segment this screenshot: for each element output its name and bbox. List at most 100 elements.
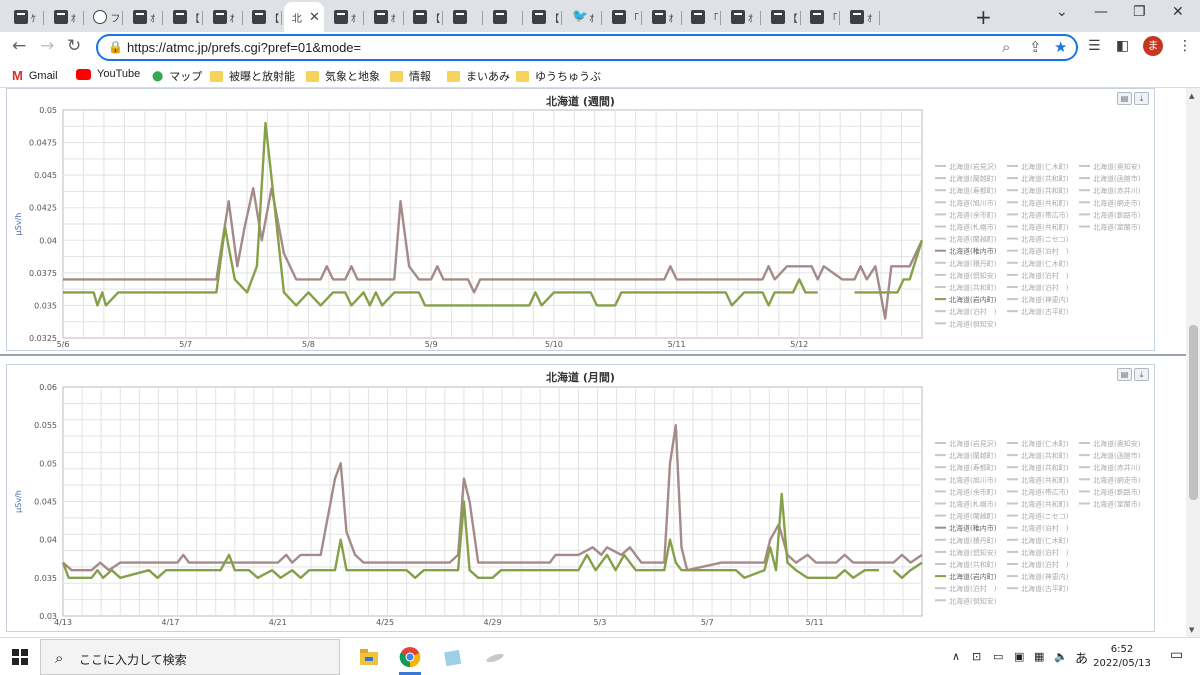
x-tick-label: 4/13 xyxy=(54,618,72,627)
reload-icon[interactable]: ↻ xyxy=(67,36,81,56)
browser-tab[interactable]: 「 xyxy=(802,4,841,30)
tab-close-icon[interactable]: ✕ xyxy=(309,10,320,25)
tab-separator xyxy=(799,11,801,25)
browser-tab[interactable] xyxy=(445,4,483,30)
browser-tab[interactable]: 【 xyxy=(244,4,283,30)
snipping-tool-icon[interactable] xyxy=(484,646,506,668)
menu-icon[interactable]: ⋮ xyxy=(1178,38,1192,54)
profile-avatar[interactable]: ま xyxy=(1143,36,1163,56)
bookmark-item[interactable]: YouTube xyxy=(76,68,140,80)
browser-tab[interactable]: ｵ xyxy=(46,4,84,30)
minimize-window-icon[interactable]: — xyxy=(1094,4,1108,20)
legend-item: 北海道(仁木町) xyxy=(1021,536,1069,545)
bookmark-item[interactable]: M Gmail xyxy=(12,68,58,83)
x-tick-label: 5/11 xyxy=(668,340,686,349)
tab-label: ｵ xyxy=(350,13,356,25)
battery-icon[interactable]: ▭ xyxy=(993,650,1003,663)
browser-tab[interactable]: ｵ xyxy=(205,4,243,30)
network-icon[interactable]: ▣ xyxy=(1014,650,1024,663)
side-panel-icon[interactable]: ◧ xyxy=(1116,38,1129,54)
legend-item: 北海道(神恵内) xyxy=(1021,572,1069,581)
page-scrollbar[interactable]: ▲ ▼ xyxy=(1186,88,1200,637)
notepad-icon[interactable] xyxy=(442,646,464,668)
bookmark-item[interactable]: 被曝と放射能 xyxy=(210,68,295,84)
gmail-icon: M xyxy=(12,68,23,83)
notification-center-icon[interactable]: ▦ xyxy=(1034,650,1044,663)
x-tick-label: 4/21 xyxy=(269,618,287,627)
x-tick-label: 5/9 xyxy=(425,340,438,349)
taskbar-clock[interactable]: 6:52 2022/05/13 xyxy=(1092,643,1152,671)
legend-item: 北海道(仁木町) xyxy=(1021,439,1069,448)
browser-tab[interactable]: ｵ xyxy=(644,4,682,30)
browser-tab[interactable]: ｵ xyxy=(125,4,164,30)
browser-tab[interactable]: 【 xyxy=(405,4,444,30)
bookmark-label: 気象と地象 xyxy=(325,71,380,83)
lock-icon[interactable]: 🔒 xyxy=(108,40,123,54)
legend-item: 北海道(泊村 ) xyxy=(1021,548,1069,557)
browser-tab[interactable]: ｵ xyxy=(723,4,761,30)
close-icon[interactable]: ✕ xyxy=(1172,4,1184,20)
volume-icon[interactable]: 🔈 xyxy=(1054,650,1068,663)
new-tab-button[interactable]: + xyxy=(975,5,992,29)
people-icon[interactable]: ⊡ xyxy=(972,650,981,663)
minimize-icon[interactable]: ⌄ xyxy=(1056,4,1068,20)
site-favicon-icon xyxy=(730,10,745,24)
browser-tab[interactable]: ｵ xyxy=(366,4,404,30)
browser-tab[interactable]: 「 xyxy=(683,4,722,30)
browser-tab[interactable] xyxy=(485,4,523,30)
chrome-icon[interactable] xyxy=(399,646,421,668)
reading-list-icon[interactable]: ☰ xyxy=(1088,38,1101,54)
folder-icon xyxy=(306,70,319,82)
x-tick-label: 5/12 xyxy=(790,340,808,349)
browser-tab[interactable]: 【 xyxy=(763,4,801,30)
action-center-icon[interactable]: ▭ xyxy=(1170,647,1183,663)
taskbar-search[interactable]: ⌕ ここに入力して検索 xyxy=(40,639,340,675)
legend-item: 北海道(函館市) xyxy=(1093,451,1141,460)
legend-item: 北海道(余市町) xyxy=(949,487,997,496)
forward-icon[interactable]: → xyxy=(40,36,54,56)
browser-tab[interactable]: ｵ xyxy=(326,4,364,30)
browser-tab[interactable]: 🐦 ｵ xyxy=(564,4,603,30)
browser-tab[interactable]: 【 xyxy=(165,4,203,30)
zoom-icon[interactable]: ⌕ xyxy=(1002,38,1010,56)
browser-tab[interactable]: ｵ xyxy=(842,4,880,30)
back-icon[interactable]: ← xyxy=(12,36,26,56)
address-bar[interactable]: 🔒 https://atmc.jp/prefs.cgi?pref=01&mode… xyxy=(96,34,1078,61)
bookmark-star-icon[interactable]: ★ xyxy=(1054,38,1067,56)
scroll-down-icon[interactable]: ▼ xyxy=(1189,626,1194,634)
bookmark-item[interactable]: 情報 xyxy=(390,68,431,84)
tab-separator xyxy=(720,11,722,25)
browser-tab[interactable]: 【 xyxy=(524,4,563,30)
browser-tab[interactable]: フ xyxy=(85,4,124,30)
tab-active[interactable]: 北 ✕ xyxy=(283,2,324,32)
legend-item: 北海道(泊村 ) xyxy=(949,584,997,593)
y-tick-label: 0.05 xyxy=(39,106,57,115)
browser-tab[interactable]: 「 xyxy=(604,4,642,30)
tab-label: 【 xyxy=(430,13,441,25)
scroll-up-icon[interactable]: ▲ xyxy=(1189,92,1194,100)
scroll-thumb[interactable] xyxy=(1189,325,1198,500)
folder-icon xyxy=(390,70,403,82)
weekly-chart: 0.0325 0.035 0.0375 0.04 0.0425 0.045 0.0475 0.… xyxy=(14,106,1141,349)
ime-indicator[interactable]: あ xyxy=(1075,648,1088,667)
bookmark-item[interactable]: ⬤ マップ xyxy=(152,68,202,84)
bookmark-item[interactable]: まいあみ xyxy=(447,68,510,84)
windows-start-icon[interactable] xyxy=(12,649,28,665)
y-tick-label: 0.0325 xyxy=(29,334,57,343)
maximize-icon[interactable]: ❐ xyxy=(1133,4,1146,20)
browser-tab[interactable]: ｹ xyxy=(6,4,44,30)
bookmark-item[interactable]: 気象と地象 xyxy=(306,68,380,84)
legend-item: 北海道(共和町) xyxy=(1021,174,1069,183)
legend-item: 北海道(札幌市) xyxy=(949,500,997,509)
file-explorer-icon[interactable] xyxy=(358,646,380,668)
tab-label: ｵ xyxy=(229,13,235,25)
url-text[interactable]: https://atmc.jp/prefs.cgi?pref=01&mode= xyxy=(127,40,361,55)
x-tick-label: 5/3 xyxy=(593,618,606,627)
share-icon[interactable]: ⇪ xyxy=(1029,38,1042,56)
x-tick-label: 4/17 xyxy=(161,618,179,627)
legend-item: 北海道(神恵内) xyxy=(1021,295,1069,304)
bookmark-label: YouTube xyxy=(97,68,141,80)
bookmark-item[interactable]: ゆうちゅうぶ xyxy=(516,68,601,84)
tab-label: 「 xyxy=(708,13,719,25)
tray-expand-icon[interactable]: ∧ xyxy=(952,650,960,663)
